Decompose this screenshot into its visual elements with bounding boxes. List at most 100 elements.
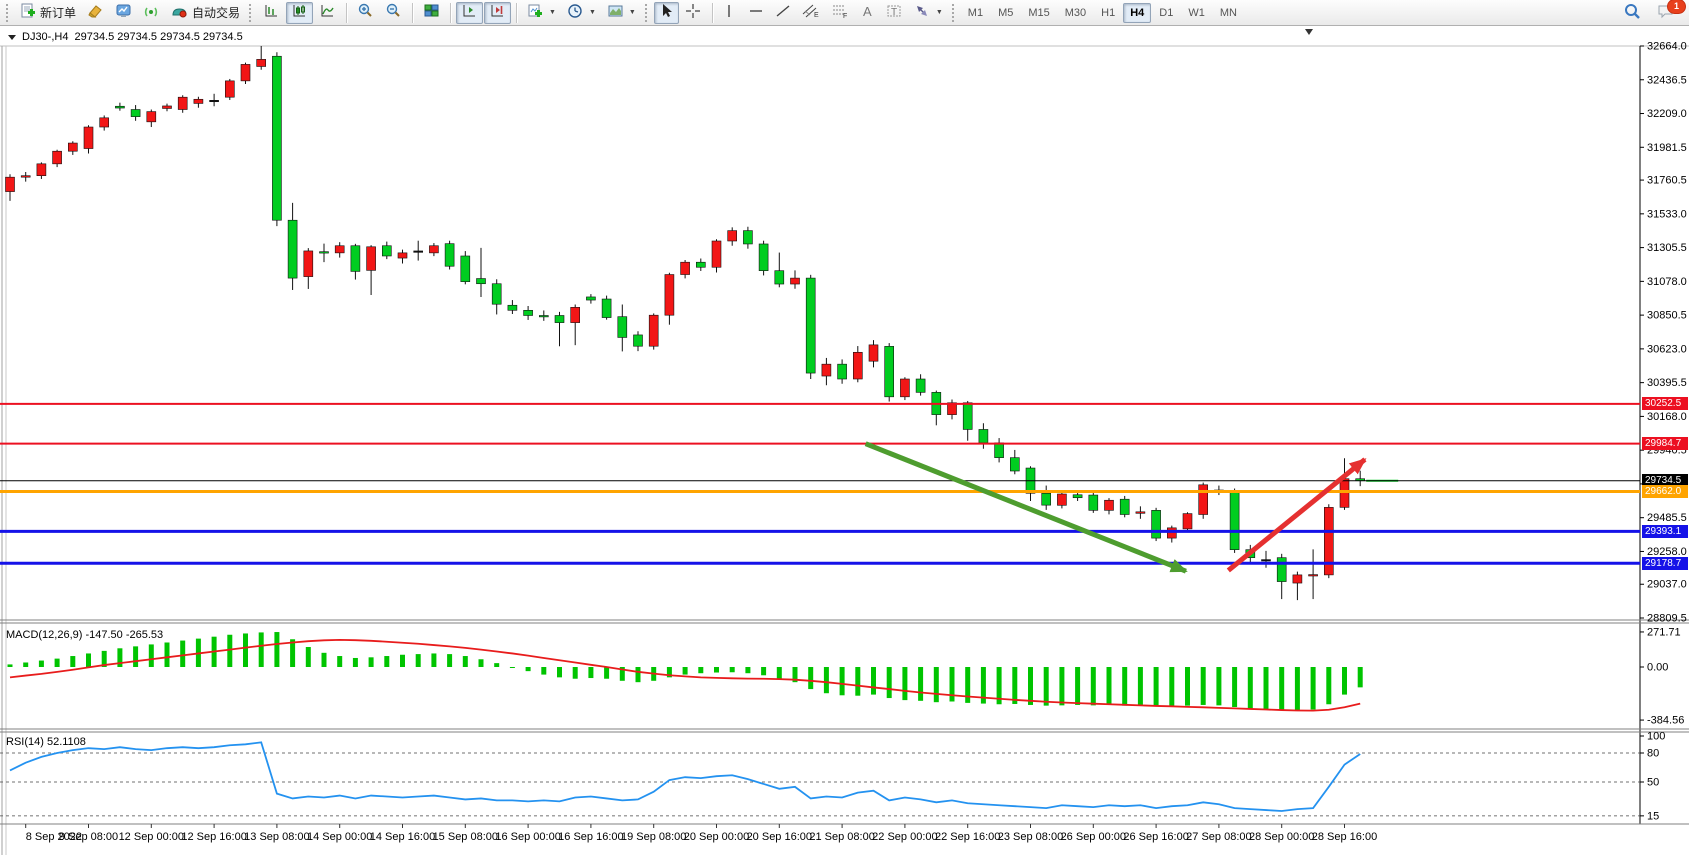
auto-scroll-button[interactable] [484, 2, 511, 24]
time-axis-label: 13 Sep 08:00 [244, 831, 309, 843]
timeframe-button-M1[interactable]: M1 [961, 3, 990, 23]
text-button[interactable]: A [855, 2, 880, 24]
trendline-button[interactable] [770, 2, 796, 24]
signal-icon [143, 3, 160, 22]
chart-shift-marker[interactable] [1305, 29, 1313, 35]
cursor-arrow-icon [659, 3, 674, 22]
toolbar-group-handle[interactable] [952, 4, 957, 22]
toolbar-separator [516, 3, 517, 23]
time-axis-label: 12 Sep 00:00 [119, 831, 184, 843]
template-icon [607, 3, 624, 22]
chart-canvas[interactable]: 32664.032436.532209.031981.531760.531533… [0, 26, 1689, 855]
time-axis-label: 12 Sep 16:00 [181, 831, 246, 843]
dropdown-caret: ▼ [589, 9, 596, 16]
timeframe-button-H4[interactable]: H4 [1123, 3, 1151, 23]
time-axis-label: 26 Sep 00:00 [1061, 831, 1126, 843]
timeframe-group: M1M5M15M30H1H4D1W1MN [961, 3, 1244, 23]
price-axis-tick: 31533.0 [1647, 208, 1687, 220]
grid-layer [0, 29, 1689, 855]
periods-button[interactable]: ▼ [562, 2, 601, 24]
signal-button[interactable] [138, 2, 165, 24]
down-trend-arrow[interactable] [866, 444, 1186, 571]
new-chart-icon [527, 3, 544, 22]
auto-trading-button[interactable]: 自动交易 [166, 2, 245, 24]
rsi-name: RSI(14) [6, 736, 44, 748]
levels-layer [0, 404, 1640, 563]
horizontal-line-button[interactable] [743, 2, 769, 24]
equidistant-channel-button[interactable]: E [797, 2, 825, 24]
candlestick-mode-button[interactable] [286, 2, 313, 24]
new-chart-button[interactable]: ▼ [522, 2, 561, 24]
auto-scroll-icon [489, 3, 506, 22]
zoom-out-button[interactable] [380, 2, 407, 24]
text-label-button[interactable]: T [881, 2, 908, 24]
svg-text:A: A [863, 4, 872, 19]
notification-badge: 1 [1667, 0, 1686, 14]
bar-chart-mode-button[interactable] [258, 2, 285, 24]
main-toolbar: 新订单 自动交易 [0, 0, 1689, 26]
price-axis-tick: 31305.5 [1647, 242, 1687, 254]
toolbar-drag-handle[interactable] [6, 4, 11, 22]
time-axis-label: 16 Sep 16:00 [558, 831, 623, 843]
clock-icon [567, 3, 584, 22]
price-axis-tick: 31760.5 [1647, 175, 1687, 187]
crosshair-icon [685, 3, 702, 22]
dropdown-caret: ▼ [629, 9, 636, 16]
fibonacci-button[interactable]: F [826, 2, 854, 24]
svg-text:E: E [814, 12, 819, 19]
time-axis-label: 20 Sep 16:00 [747, 831, 812, 843]
timeframe-button-D1[interactable]: D1 [1152, 3, 1180, 23]
toolbar-group-handle[interactable] [645, 4, 650, 22]
timeframe-button-MN[interactable]: MN [1213, 3, 1244, 23]
arrows-button[interactable]: ▼ [909, 2, 948, 24]
search-icon [1623, 3, 1641, 23]
search-button[interactable] [1618, 2, 1646, 24]
arrows-icon [914, 3, 931, 22]
cursor-button[interactable] [654, 2, 679, 24]
toolbar-group-handle[interactable] [249, 4, 254, 22]
time-axis-label: 19 Sep 08:00 [621, 831, 686, 843]
timeframe-button-W1[interactable]: W1 [1181, 3, 1212, 23]
svg-text:F: F [843, 13, 847, 19]
templates-button[interactable]: ▼ [602, 2, 641, 24]
line-chart-mode-button[interactable] [314, 2, 341, 24]
time-axis-label: 14 Sep 00:00 [307, 831, 372, 843]
monitor-chart-icon [115, 3, 132, 22]
timeframe-button-M30[interactable]: M30 [1058, 3, 1093, 23]
new-order-button[interactable]: 新订单 [15, 2, 81, 24]
trendline-icon [775, 3, 791, 22]
objects-button[interactable] [82, 2, 109, 24]
price-axis-tick: 30395.5 [1647, 377, 1687, 389]
collapse-triangle-icon[interactable] [8, 34, 16, 41]
level-price-label: 29393.1 [1642, 525, 1688, 538]
macd-indicator-label: MACD(12,26,9) -147.50 -265.53 [6, 629, 163, 641]
market-watch-button[interactable] [110, 2, 137, 24]
bar-chart-icon [263, 3, 280, 22]
zoom-out-icon [385, 3, 402, 22]
tile-windows-icon [423, 3, 440, 22]
time-axis-label: 22 Sep 00:00 [872, 831, 937, 843]
price-axis-tick: 32664.0 [1647, 41, 1687, 53]
timeframe-button-H1[interactable]: H1 [1094, 3, 1122, 23]
notifications-button[interactable]: 1 [1652, 2, 1680, 24]
price-axis-tick: 30623.0 [1647, 343, 1687, 355]
vertical-line-icon [723, 3, 736, 22]
chart-window[interactable]: DJ30-,H4 29734.5 29734.5 29734.5 29734.5… [0, 26, 1689, 855]
tile-windows-button[interactable] [418, 2, 445, 24]
time-axis-label: 26 Sep 16:00 [1123, 831, 1188, 843]
timeframe-button-M15[interactable]: M15 [1021, 3, 1056, 23]
dropdown-caret: ▼ [936, 9, 943, 16]
up-trend-arrow[interactable] [1228, 459, 1365, 570]
level-price-label: 29178.7 [1642, 557, 1688, 570]
zoom-in-button[interactable] [352, 2, 379, 24]
time-axis-label: 15 Sep 08:00 [433, 831, 498, 843]
chart-shift-button[interactable] [456, 2, 483, 24]
macd-values: -147.50 -265.53 [85, 629, 163, 641]
crosshair-button[interactable] [680, 2, 707, 24]
text-icon: A [860, 3, 875, 22]
vertical-line-button[interactable] [718, 2, 742, 24]
new-order-icon [20, 3, 36, 22]
price-axis-tick: 32209.0 [1647, 108, 1687, 120]
timeframe-button-M5[interactable]: M5 [991, 3, 1020, 23]
auto-trading-icon [171, 3, 188, 22]
